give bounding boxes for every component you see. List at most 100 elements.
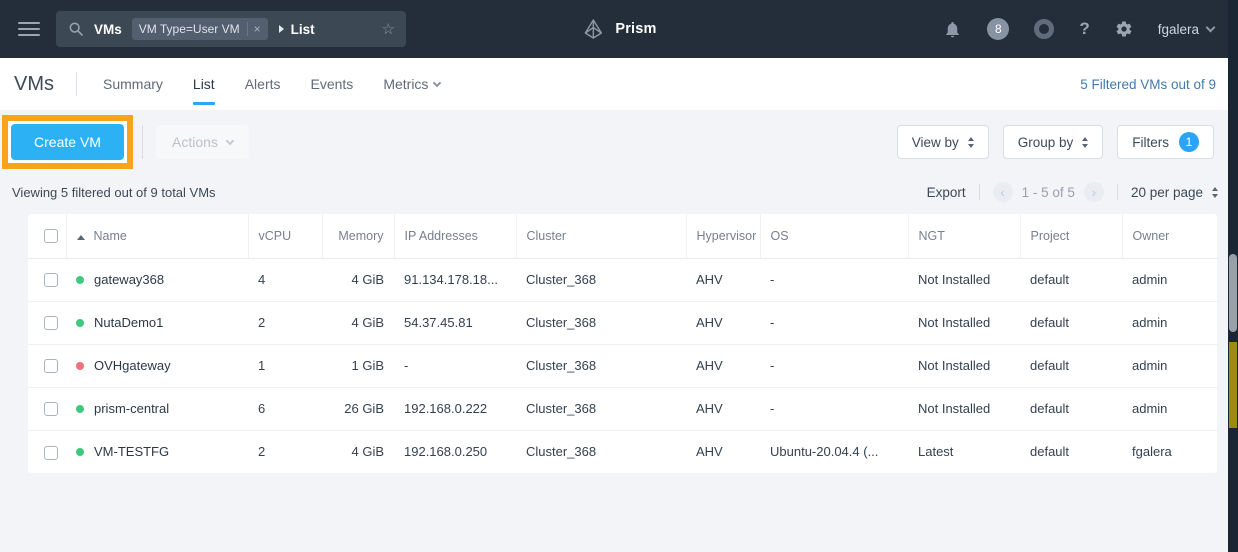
tab-list[interactable]: List xyxy=(192,58,215,110)
cell-ngt: Not Installed xyxy=(908,387,1020,431)
tab-metrics[interactable]: Metrics xyxy=(383,58,442,110)
cell-os: - xyxy=(760,258,908,302)
sort-updown-icon xyxy=(967,136,974,148)
vm-name-link[interactable]: gateway368 xyxy=(94,272,164,287)
hamburger-menu-icon[interactable] xyxy=(18,18,40,40)
filter-tag-close-icon[interactable]: × xyxy=(246,22,261,36)
cell-os: Ubuntu-20.04.4 (... xyxy=(770,444,879,460)
row-checkbox-cell xyxy=(28,301,66,345)
brand-name: Prism xyxy=(615,21,657,37)
cell-project: default xyxy=(1030,444,1070,460)
row-checkbox-cell xyxy=(28,387,66,431)
toolbar-right: View by Group by Filters 1 xyxy=(896,125,1214,159)
row-checkbox[interactable] xyxy=(44,316,58,331)
search-filter-tag[interactable]: VM Type=User VM × xyxy=(131,18,268,40)
nav-divider xyxy=(76,72,77,96)
vm-status-dot xyxy=(76,447,84,456)
page-prev-icon[interactable]: ‹ xyxy=(992,182,1013,202)
cell-os: - xyxy=(760,344,908,388)
group-by-button[interactable]: Group by xyxy=(1002,125,1104,159)
cell-owner: fgalera xyxy=(1132,444,1172,460)
prism-logo-icon xyxy=(584,19,603,39)
activity-ring-icon[interactable] xyxy=(1034,19,1055,39)
row-checkbox[interactable] xyxy=(44,359,58,374)
notification-count-badge[interactable]: 8 xyxy=(987,18,1010,40)
actions-button: Actions xyxy=(156,125,249,159)
col-header-project[interactable]: Project xyxy=(1020,214,1123,259)
row-checkbox[interactable] xyxy=(44,402,58,417)
filtered-summary[interactable]: 5 Filtered VMs out of 9 xyxy=(1080,77,1216,92)
cell-ngt: Not Installed xyxy=(908,344,1020,388)
create-vm-button[interactable]: Create VM xyxy=(11,124,124,160)
toolbar: Create VM Actions View by Group by Filte… xyxy=(0,110,1238,174)
cell-owner: admin xyxy=(1122,301,1218,345)
row-checkbox[interactable] xyxy=(44,445,58,460)
cell-hypervisor: AHV xyxy=(686,258,760,302)
cell-ngt: Not Installed xyxy=(908,301,1020,345)
table-row: NutaDemo1 2 4 GiB 54.37.45.81 Cluster_36… xyxy=(28,301,1218,345)
table-row: OVHgateway 1 1 GiB - Cluster_368 AHV - N… xyxy=(28,344,1218,388)
cell-ip: 54.37.45.81 xyxy=(394,301,516,345)
col-header-memory[interactable]: Memory xyxy=(322,214,395,259)
scrollbar-thumb[interactable] xyxy=(1229,254,1237,332)
page-next-icon[interactable]: › xyxy=(1083,182,1104,202)
vm-table: Name vCPU Memory IP Addresses Cluster Hy… xyxy=(28,214,1218,473)
vm-name-link[interactable]: VM-TESTFG xyxy=(94,444,169,459)
page-size-select[interactable]: 20 per page xyxy=(1131,185,1218,200)
col-header-name[interactable]: Name xyxy=(66,214,249,259)
col-header-ngt[interactable]: NGT xyxy=(908,214,1021,259)
global-search-bar[interactable]: VMs VM Type=User VM × List ☆ xyxy=(56,11,406,47)
col-header-vcpu[interactable]: vCPU xyxy=(248,214,323,259)
tab-events[interactable]: Events xyxy=(311,58,354,110)
view-by-button[interactable]: View by xyxy=(896,125,989,159)
cell-name: NutaDemo1 xyxy=(66,301,248,345)
col-header-ip[interactable]: IP Addresses xyxy=(394,214,517,259)
col-header-cluster[interactable]: Cluster xyxy=(516,214,687,259)
cell-os: - xyxy=(760,301,908,345)
cell-ngt: Latest xyxy=(918,444,954,460)
cell-ip: 91.134.178.18... xyxy=(394,258,516,302)
favorite-star-icon[interactable]: ☆ xyxy=(382,20,395,38)
row-checkbox[interactable] xyxy=(44,273,58,288)
pagination: ‹ 1 - 5 of 5 › xyxy=(992,182,1104,202)
cell-owner: admin xyxy=(1122,387,1218,431)
tab-summary[interactable]: Summary xyxy=(103,58,163,110)
tab-alerts[interactable]: Alerts xyxy=(245,58,281,110)
vm-status-dot xyxy=(76,404,84,413)
col-header-os[interactable]: OS xyxy=(760,214,909,259)
cell-vcpu: 1 xyxy=(248,344,322,388)
row-checkbox-cell xyxy=(28,344,66,388)
create-vm-highlight-box: Create VM xyxy=(2,115,133,169)
top-bar: VMs VM Type=User VM × List ☆ Prism 8 ? f… xyxy=(0,0,1238,58)
cell-name: gateway368 xyxy=(66,258,248,302)
user-menu[interactable]: fgalera xyxy=(1158,22,1216,37)
select-all-checkbox[interactable] xyxy=(44,229,58,244)
col-header-owner[interactable]: Owner xyxy=(1122,214,1218,259)
row-checkbox-cell xyxy=(28,430,66,473)
vm-name-link[interactable]: prism-central xyxy=(94,401,169,416)
page-range: 1 - 5 of 5 xyxy=(1021,184,1075,200)
vm-name-link[interactable]: OVHgateway xyxy=(94,358,171,373)
chevron-down-icon xyxy=(1205,22,1216,32)
page-title: VMs xyxy=(14,72,54,95)
cell-os: - xyxy=(760,387,908,431)
vm-name-link[interactable]: NutaDemo1 xyxy=(94,315,163,330)
cell-owner: admin xyxy=(1122,258,1218,302)
scrollbar[interactable] xyxy=(1228,0,1238,552)
table-row: VM-TESTFG 2 4 GiB 192.168.0.250 Cluster_… xyxy=(28,430,1218,473)
help-icon[interactable]: ? xyxy=(1079,19,1089,39)
filters-button[interactable]: Filters 1 xyxy=(1117,125,1214,159)
filters-count-badge: 1 xyxy=(1179,132,1199,152)
gear-icon[interactable] xyxy=(1115,20,1133,38)
cell-hypervisor: AHV xyxy=(686,344,760,388)
bell-icon[interactable] xyxy=(943,20,962,39)
vm-status-dot xyxy=(76,361,84,370)
cell-hypervisor: AHV xyxy=(686,387,760,431)
col-header-hypervisor[interactable]: Hypervisor xyxy=(686,214,761,259)
cell-hypervisor: AHV xyxy=(696,444,723,460)
table-row: gateway368 4 4 GiB 91.134.178.18... Clus… xyxy=(28,258,1218,302)
cell-ngt: Not Installed xyxy=(908,258,1020,302)
brand: Prism xyxy=(581,17,656,41)
export-link[interactable]: Export xyxy=(927,185,966,200)
topbar-actions: 8 ? fgalera xyxy=(943,18,1216,40)
